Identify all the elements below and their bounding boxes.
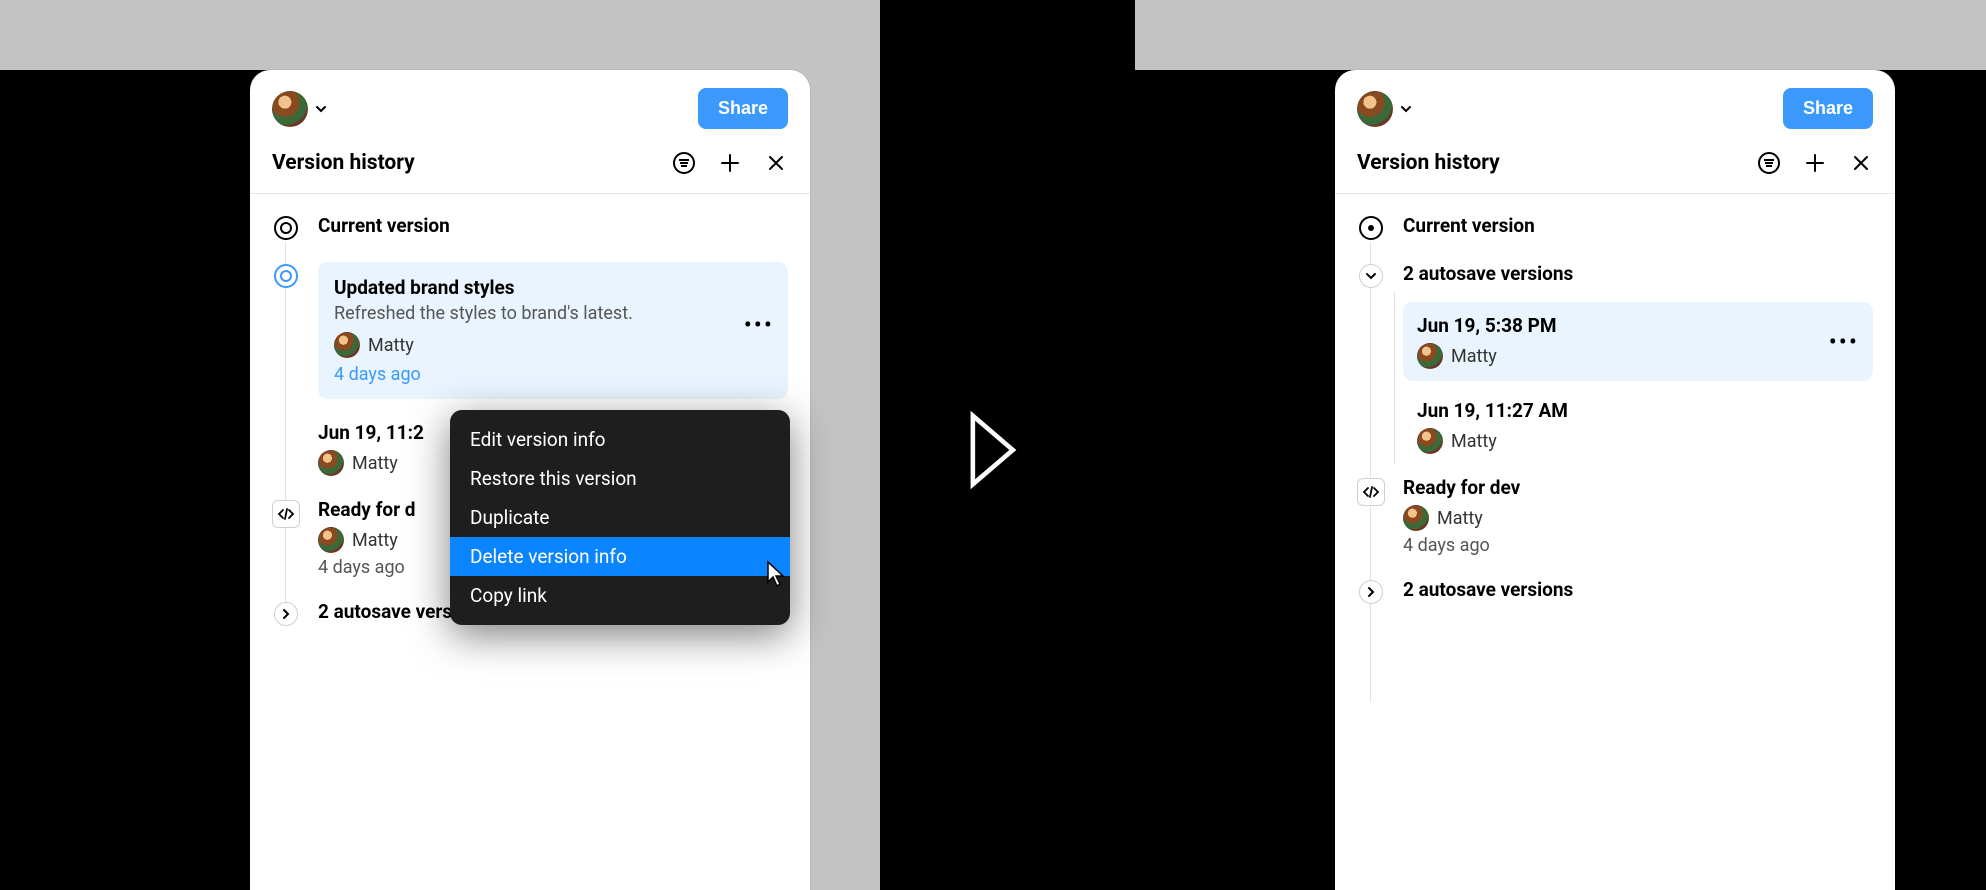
menu-edit-version[interactable]: Edit version info — [450, 420, 790, 459]
version-title: Jun 19, 11:27 AM — [1417, 399, 1871, 422]
author-name: Matty — [1451, 346, 1497, 367]
avatar — [272, 91, 308, 127]
author-name: Matty — [368, 335, 414, 356]
version-panel-before: Share Version history Current — [250, 70, 810, 890]
filter-icon[interactable] — [672, 151, 696, 175]
author-name: Matty — [1451, 431, 1497, 452]
avatar — [318, 527, 344, 553]
transition-arrow-icon — [960, 410, 1030, 500]
more-actions-icon[interactable]: ••• — [1829, 328, 1859, 356]
version-description: Refreshed the styles to brand's latest. — [334, 301, 772, 326]
share-button[interactable]: Share — [1783, 88, 1873, 129]
autosave-group-collapsed[interactable]: 2 autosave versions — [1357, 578, 1873, 604]
avatar — [1417, 428, 1443, 454]
add-version-icon[interactable] — [1803, 151, 1827, 175]
author-name: Matty — [1437, 508, 1483, 529]
chevron-right-icon[interactable] — [274, 602, 298, 626]
autosave-group-label: 2 autosave versions — [1403, 578, 1873, 601]
avatar — [1357, 91, 1393, 127]
author-name: Matty — [352, 453, 398, 474]
menu-duplicate[interactable]: Duplicate — [450, 498, 790, 537]
version-title: Current version — [1403, 214, 1873, 237]
version-title: Ready for dev — [1403, 476, 1873, 499]
author-name: Matty — [352, 530, 398, 551]
panel-header: Version history — [250, 137, 810, 194]
autosave-group-label: 2 autosave versions — [1403, 262, 1873, 285]
autosave-version-selected[interactable]: Jun 19, 5:38 PM Matty ••• — [1403, 302, 1873, 381]
workspace-switcher[interactable] — [1357, 91, 1413, 127]
selected-marker-icon — [274, 264, 298, 288]
panel-title: Version history — [1357, 151, 1500, 175]
avatar — [334, 332, 360, 358]
context-menu: Edit version info Restore this version D… — [450, 410, 790, 625]
pointer-cursor-icon — [765, 560, 787, 588]
panel-title: Version history — [272, 151, 415, 175]
version-row-dev[interactable]: Ready for dev Matty 4 days ago — [1357, 476, 1873, 556]
menu-delete-version[interactable]: Delete version info — [450, 537, 790, 576]
menu-copy-link[interactable]: Copy link — [450, 576, 790, 615]
version-row-current[interactable]: Current version — [1357, 214, 1873, 240]
avatar — [1417, 343, 1443, 369]
version-panel-after: Share Version history Current — [1335, 70, 1895, 890]
chevron-right-icon[interactable] — [1359, 580, 1383, 604]
close-icon[interactable] — [764, 151, 788, 175]
avatar — [1403, 505, 1429, 531]
current-marker-icon — [1359, 216, 1383, 240]
version-title: Current version — [318, 214, 788, 237]
close-icon[interactable] — [1849, 151, 1873, 175]
share-button[interactable]: Share — [698, 88, 788, 129]
version-title: Updated brand styles — [334, 276, 772, 299]
version-timestamp: 4 days ago — [1403, 535, 1873, 556]
filter-icon[interactable] — [1757, 151, 1781, 175]
version-row-selected[interactable]: Updated brand styles Refreshed the style… — [272, 262, 788, 399]
top-bar: Share — [250, 70, 810, 137]
dev-mode-icon — [1357, 478, 1385, 506]
top-bar: Share — [1335, 70, 1895, 137]
dev-mode-icon — [272, 500, 300, 528]
workspace-switcher[interactable] — [272, 91, 328, 127]
chevron-down-icon — [1399, 102, 1413, 116]
panel-header: Version history — [1335, 137, 1895, 194]
avatar — [318, 450, 344, 476]
version-title: Jun 19, 5:38 PM — [1417, 314, 1859, 337]
chevron-down-icon — [314, 102, 328, 116]
more-actions-icon[interactable]: ••• — [744, 311, 774, 339]
version-timestamp[interactable]: 4 days ago — [334, 364, 772, 385]
autosave-group-expanded[interactable]: 2 autosave versions — [1357, 262, 1873, 288]
autosave-version[interactable]: Jun 19, 11:27 AM Matty — [1403, 395, 1873, 454]
menu-restore-version[interactable]: Restore this version — [450, 459, 790, 498]
chevron-down-icon[interactable] — [1359, 264, 1383, 288]
add-version-icon[interactable] — [718, 151, 742, 175]
timeline: Current version 2 autosave versions Jun … — [1335, 194, 1895, 624]
current-marker-icon — [274, 216, 298, 240]
version-row-current[interactable]: Current version — [272, 214, 788, 240]
